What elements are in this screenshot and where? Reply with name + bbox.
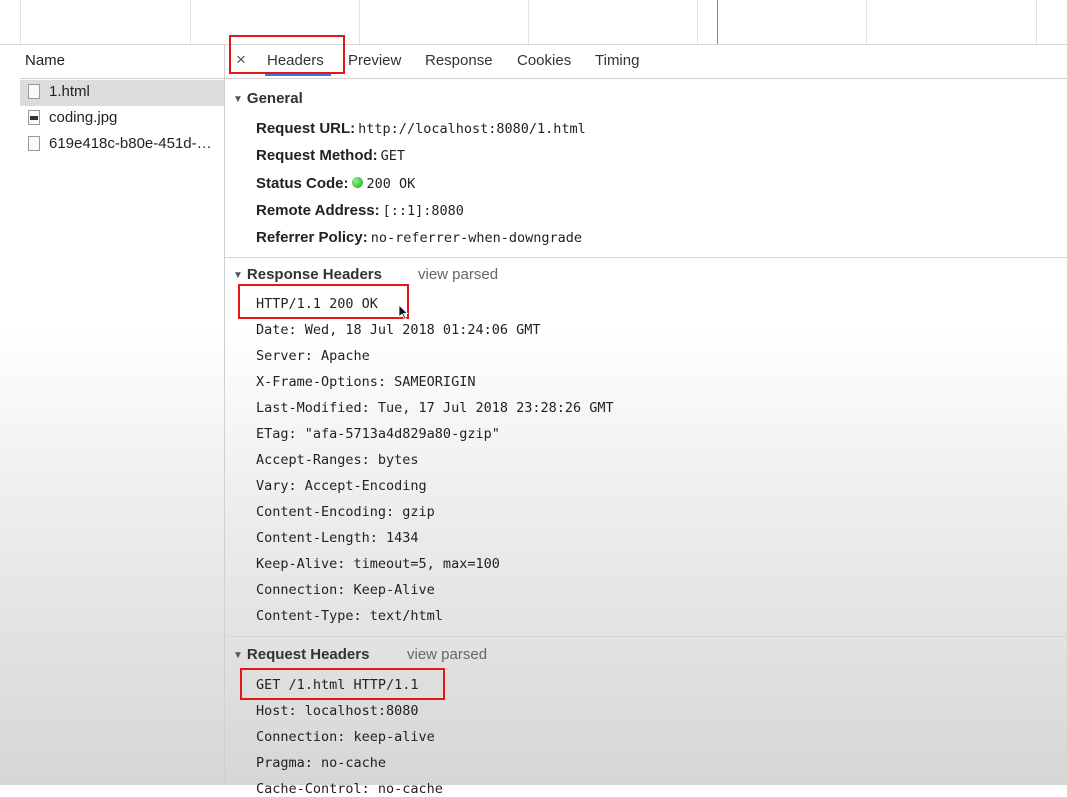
response-header-line: Last-Modified: Tue, 17 Jul 2018 23:28:26… <box>256 400 614 416</box>
detail-tab-bar: × Headers Preview Response Cookies Timin… <box>225 44 1067 79</box>
tab-preview[interactable]: Preview <box>348 52 401 69</box>
request-list-header: Name <box>20 44 224 79</box>
general-section-header[interactable]: ▼ General <box>233 90 303 107</box>
section-divider <box>225 257 1067 258</box>
general-key: Referrer Policy: <box>256 229 368 246</box>
waterfall-gridline <box>866 0 867 44</box>
response-headers-section-header[interactable]: ▼ Response Headers <box>233 266 382 283</box>
general-row-referrer-policy: Referrer Policy: no-referrer-when-downgra… <box>256 229 582 246</box>
highlight-box-status-line <box>238 284 409 319</box>
domcontentloaded-marker <box>717 0 718 44</box>
response-header-line: Content-Length: 1434 <box>256 530 419 546</box>
waterfall-gridline <box>20 0 21 44</box>
highlight-box-headers-tab <box>229 35 345 74</box>
general-row-request-method: Request Method: GET <box>256 147 405 164</box>
image-file-icon <box>28 110 40 125</box>
general-value: http://localhost:8080/1.html <box>358 121 586 137</box>
request-row-label: 1.html <box>49 83 90 100</box>
general-row-remote-address: Remote Address: [::1]:8080 <box>256 202 464 219</box>
request-row-619e418c[interactable]: 619e418c-b80e-451d-… <box>20 132 224 158</box>
request-row-1-html[interactable]: 1.html <box>20 80 224 106</box>
general-key: Request Method: <box>256 147 378 164</box>
response-header-line: Connection: Keep-Alive <box>256 582 435 598</box>
section-divider <box>225 636 1067 637</box>
general-row-status-code: Status Code: 200 OK <box>256 175 415 192</box>
request-list-panel: Name 1.html coding.jpg 619e418c-b80e-451… <box>20 44 225 785</box>
tab-timing[interactable]: Timing <box>595 52 639 69</box>
response-view-parsed-link[interactable]: view parsed <box>418 266 498 283</box>
response-header-line: Keep-Alive: timeout=5, max=100 <box>256 556 500 572</box>
status-ok-dot-icon <box>351 177 363 188</box>
general-value: no-referrer-when-downgrade <box>370 230 583 246</box>
request-view-parsed-link[interactable]: view parsed <box>407 646 487 663</box>
request-header-line: Pragma: no-cache <box>256 755 387 771</box>
response-header-line: Date: Wed, 18 Jul 2018 01:24:06 GMT <box>256 322 541 338</box>
expand-triangle-icon: ▼ <box>233 270 243 281</box>
response-header-line: Vary: Accept-Encoding <box>256 478 427 494</box>
response-header-line: Server: Apache <box>256 348 370 364</box>
general-row-request-url: Request URL: http://localhost:8080/1.html <box>256 120 586 137</box>
expand-triangle-icon: ▼ <box>233 94 243 105</box>
general-value: [::1]:8080 <box>382 203 464 219</box>
general-key: Status Code: <box>256 175 349 192</box>
request-header-line: Host: localhost:8080 <box>256 703 419 719</box>
mouse-cursor-icon <box>399 305 409 320</box>
waterfall-gridline <box>528 0 529 44</box>
general-section-title: General <box>246 90 303 107</box>
general-value: GET <box>380 148 406 164</box>
request-header-line: Connection: keep-alive <box>256 729 435 745</box>
waterfall-overview[interactable] <box>0 0 1067 45</box>
response-header-line: Content-Type: text/html <box>256 608 443 624</box>
document-icon <box>28 84 40 99</box>
highlight-box-request-line <box>240 668 445 700</box>
response-header-line: X-Frame-Options: SAMEORIGIN <box>256 374 476 390</box>
expand-triangle-icon: ▼ <box>233 650 243 661</box>
general-key: Request URL: <box>256 120 356 137</box>
request-headers-section-header[interactable]: ▼ Request Headers <box>233 646 369 663</box>
general-value: 200 OK <box>366 176 416 192</box>
response-headers-title: Response Headers <box>246 266 382 283</box>
request-row-coding-jpg[interactable]: coding.jpg <box>20 106 224 132</box>
response-header-line: Content-Encoding: gzip <box>256 504 435 520</box>
request-row-label: coding.jpg <box>49 109 118 126</box>
response-header-line: ETag: "afa-5713a4d829a80-gzip" <box>256 426 500 442</box>
waterfall-gridline <box>359 0 360 44</box>
tab-cookies[interactable]: Cookies <box>517 52 571 69</box>
document-icon <box>28 136 40 151</box>
tab-response[interactable]: Response <box>425 52 493 69</box>
request-header-line: Cache-Control: no-cache <box>256 781 443 797</box>
general-key: Remote Address: <box>256 202 380 219</box>
response-header-line: Accept-Ranges: bytes <box>256 452 419 468</box>
waterfall-gridline <box>697 0 698 44</box>
request-headers-title: Request Headers <box>246 646 370 663</box>
waterfall-gridline <box>1036 0 1037 44</box>
waterfall-gridline <box>190 0 191 44</box>
name-column-header[interactable]: Name <box>25 52 65 69</box>
request-row-label: 619e418c-b80e-451d-… <box>49 135 212 152</box>
